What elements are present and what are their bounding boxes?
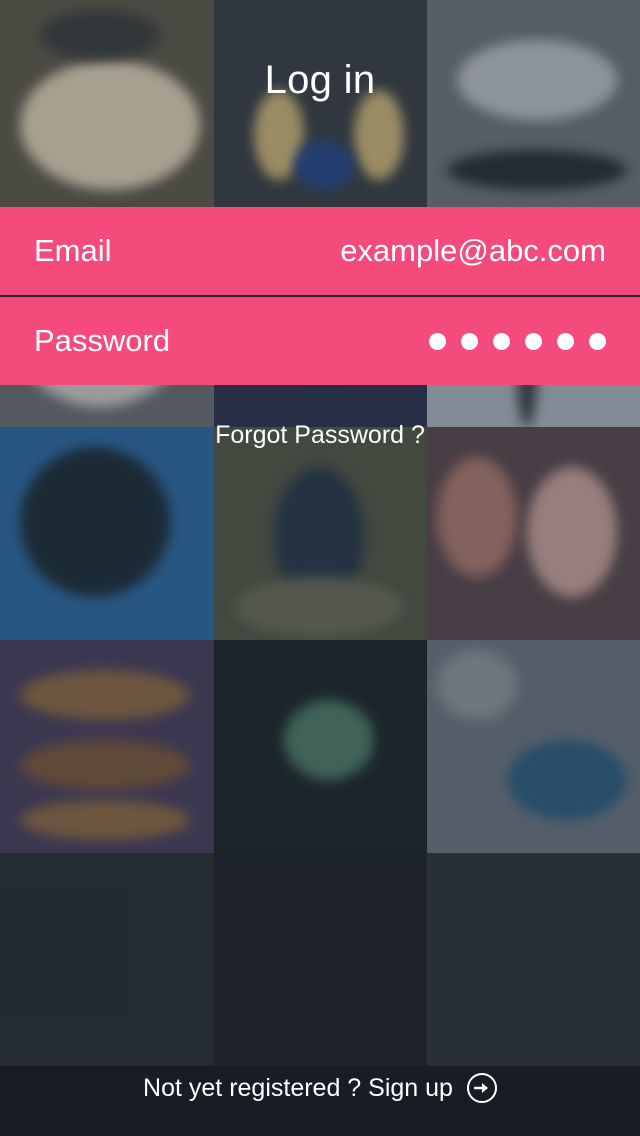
password-label: Password: [34, 323, 171, 358]
password-mask-dot: [429, 332, 446, 350]
password-mask-dot: [557, 332, 574, 350]
background-photo-bottom-right: [427, 853, 640, 1066]
signup-link[interactable]: Not yet registered ? Sign up: [0, 1070, 640, 1106]
arrow-right-circle-icon[interactable]: [466, 1073, 497, 1103]
background-photo-bottom-middle: [214, 853, 427, 1066]
page-title: Log in: [264, 58, 376, 102]
password-mask-dot: [589, 332, 606, 350]
background-photo-fireworks: [214, 640, 427, 853]
password-mask-dot: [525, 332, 542, 350]
signup-label[interactable]: Not yet registered ? Sign up: [143, 1074, 453, 1103]
background-photo-figures: [214, 0, 427, 207]
password-input[interactable]: [429, 332, 606, 350]
password-field[interactable]: Password: [0, 297, 640, 385]
photo-background-grid: [0, 0, 640, 1136]
background-photo-cake: [0, 0, 214, 207]
background-photo-bottom-left: [0, 853, 214, 1066]
background-photo-crowd: [427, 427, 640, 640]
email-field[interactable]: Email example@abc.com: [0, 207, 640, 295]
background-photo-blue-shape: [0, 427, 214, 640]
password-mask-dot: [493, 332, 510, 350]
background-photo-person: [214, 427, 427, 640]
email-label: Email: [34, 233, 112, 268]
background-photo-snow-car: [427, 0, 640, 207]
background-photo-shoes: [427, 640, 640, 853]
password-mask-dot: [461, 332, 478, 350]
background-photo-cookies: [0, 640, 214, 853]
email-input[interactable]: example@abc.com: [340, 233, 606, 269]
forgot-password-link[interactable]: Forgot Password ?: [0, 421, 640, 450]
